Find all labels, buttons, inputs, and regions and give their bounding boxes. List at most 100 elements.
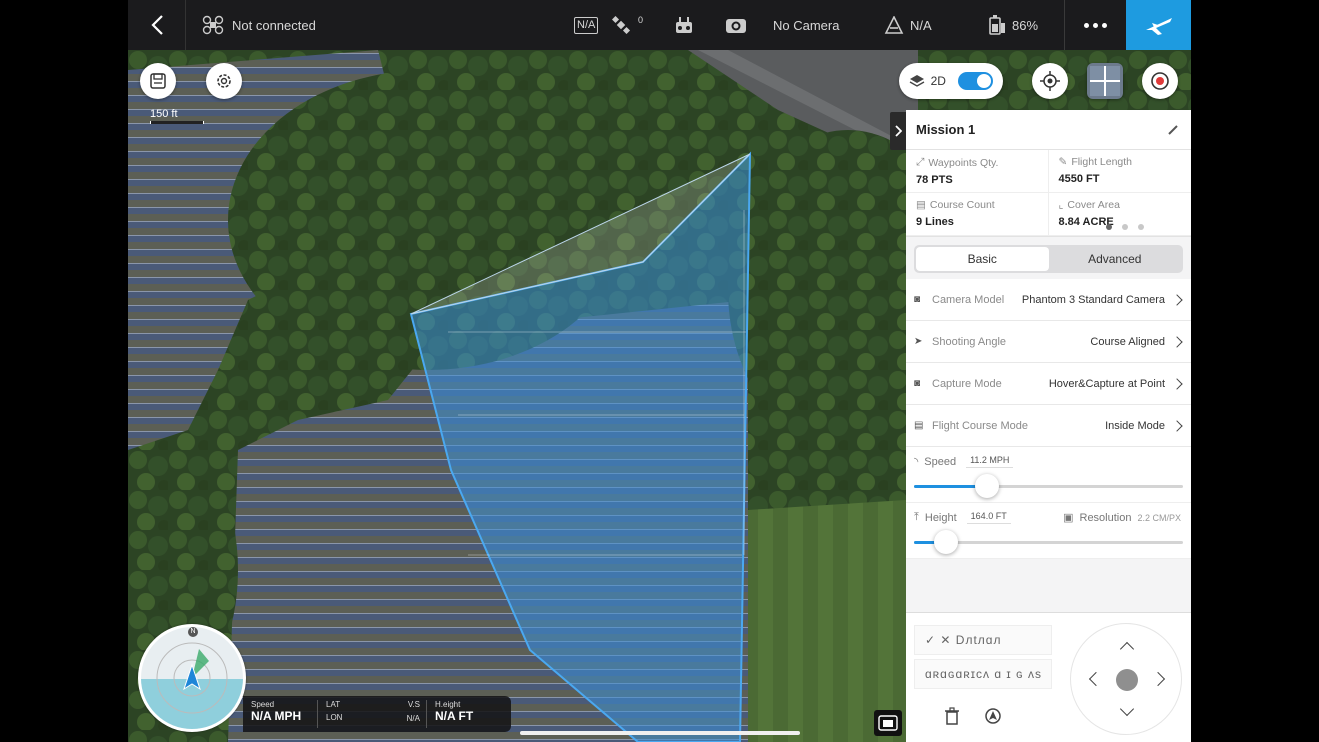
- connection-status[interactable]: Not connected: [202, 0, 316, 50]
- battery-icon: [989, 15, 1005, 35]
- save-mission-button[interactable]: [140, 63, 176, 99]
- compass-dial: [141, 642, 243, 729]
- setting-value: Hover&Capture at Point: [1048, 377, 1165, 390]
- panel-bottom-controls: ✓ ✕ Dлtлɑл ɑʀɑɢɑʀɪcʌ ɑ ɪ ɢ ʌs: [906, 612, 1191, 742]
- signal-status: N/A: [884, 0, 932, 50]
- map-scale-label: 150 ft: [150, 108, 178, 120]
- arrow-right-button[interactable]: [1150, 671, 1166, 687]
- chevron-right-icon: [1171, 335, 1183, 348]
- direction-pad-center[interactable]: [1116, 669, 1138, 691]
- area-icon: ⌞: [1058, 199, 1064, 211]
- camera-small-icon: ◙: [914, 377, 921, 389]
- height-telemetry-label: H.eight: [435, 700, 461, 709]
- image-icon: ▣: [1063, 512, 1074, 524]
- setting-value: Course Aligned: [1090, 335, 1165, 348]
- arrow-down-button[interactable]: [1119, 701, 1135, 717]
- page-dot[interactable]: [1106, 224, 1112, 230]
- compass-radar[interactable]: N: [138, 624, 246, 732]
- chevron-right-icon: [895, 125, 902, 137]
- layers-icon: [909, 75, 925, 87]
- record-button[interactable]: [1142, 63, 1178, 99]
- list-icon: ▤: [914, 419, 924, 431]
- trash-icon[interactable]: [944, 707, 960, 725]
- map-view-toggle[interactable]: 2D: [899, 63, 1003, 99]
- speed-slider-knob[interactable]: [974, 474, 999, 498]
- resolution-info: ▣ Resolution 2.2 CM/PX: [1063, 511, 1181, 525]
- navigation-arrow-icon: ➤: [914, 335, 923, 347]
- app-window: Not connected N/A 0 No Camera N/A 86% 15…: [128, 0, 1191, 742]
- height-slider-knob[interactable]: [934, 530, 959, 554]
- vs-label: V.S: [407, 700, 420, 709]
- gps-status: N/A: [574, 0, 599, 50]
- lat-label: LAT: [326, 700, 341, 709]
- setting-label: Capture Mode: [932, 377, 1002, 390]
- page-dots[interactable]: [1106, 224, 1144, 230]
- top-status-bar: Not connected N/A 0 No Camera N/A 86%: [128, 0, 1191, 50]
- camera-icon: [726, 19, 746, 33]
- arrow-left-button[interactable]: [1088, 671, 1104, 687]
- tab-advanced[interactable]: Advanced: [1049, 247, 1182, 271]
- direction-pad: [1070, 623, 1182, 735]
- blurred-option-2[interactable]: ɑʀɑɢɑʀɪcʌ ɑ ɪ ɢ ʌs: [914, 659, 1052, 689]
- back-button[interactable]: [128, 0, 186, 50]
- crosshair-icon: [1040, 71, 1060, 91]
- map-thumbnail-icon: [1090, 66, 1120, 96]
- map-type-button[interactable]: [1087, 63, 1123, 99]
- height-slider-block: ⤒ Height 164.0 FT ▣ Resolution 2.2 CM/PX: [906, 503, 1191, 559]
- satellite-status: 0: [612, 0, 643, 50]
- dot-icon: [1101, 22, 1107, 28]
- edit-pencil-icon[interactable]: [1167, 124, 1179, 136]
- map-scale-bar: [150, 121, 204, 124]
- setting-label: Flight Course Mode: [932, 419, 1028, 432]
- page-dot[interactable]: [1138, 224, 1144, 230]
- stat-course-count: ▤ Course Count 9 Lines: [906, 193, 1049, 236]
- telemetry-bar: Speed N/A MPH LAT LON V.S N/A H.eight N/…: [243, 696, 511, 732]
- pen-icon: ✎: [1058, 156, 1068, 168]
- blurred-option-1[interactable]: ✓ ✕ Dлtлɑл: [914, 625, 1052, 655]
- more-options-button[interactable]: [1064, 0, 1126, 50]
- stat-waypoints: ⤢ Waypoints Qty. 78 PTS: [906, 150, 1049, 193]
- chevron-right-icon: [1171, 419, 1183, 432]
- speed-slider[interactable]: [914, 474, 1183, 498]
- drone-icon: [202, 15, 224, 35]
- mission-settings-panel: Mission 1 ⤢ Waypoints Qty. 78 PTS ✎ Flight…: [906, 110, 1191, 742]
- navigate-icon[interactable]: [984, 707, 1002, 725]
- remote-controller-icon: [676, 17, 692, 33]
- speed-telemetry-label: Speed: [251, 700, 275, 709]
- stat-label: Waypoints Qty.: [928, 156, 999, 169]
- height-slider[interactable]: [914, 530, 1183, 554]
- switch-view-button[interactable]: [874, 710, 902, 736]
- chevron-right-icon: [1171, 293, 1183, 306]
- record-icon: [1151, 72, 1169, 90]
- setting-shooting-angle[interactable]: ➤ Shooting Angle Course Aligned: [906, 321, 1191, 363]
- window-switch-icon: [878, 715, 898, 731]
- airplane-icon: [1145, 18, 1172, 35]
- stat-value: 78 PTS: [916, 174, 953, 186]
- lon-label: LON: [326, 713, 343, 722]
- height-icon: ⤒: [914, 511, 919, 523]
- arrow-up-button[interactable]: [1119, 641, 1135, 657]
- tab-basic[interactable]: Basic: [916, 247, 1049, 271]
- page-dot[interactable]: [1122, 224, 1128, 230]
- panel-collapse-handle[interactable]: [890, 112, 906, 150]
- view-mode-switch[interactable]: [957, 72, 993, 90]
- settings-button[interactable]: [206, 63, 242, 99]
- setting-capture-mode[interactable]: ◙ Capture Mode Hover&Capture at Point: [906, 363, 1191, 405]
- setting-flight-course-mode[interactable]: ▤ Flight Course Mode Inside Mode: [906, 405, 1191, 447]
- speed-label: Speed: [924, 455, 957, 468]
- stat-label: Flight Length: [1071, 156, 1133, 168]
- setting-label: Shooting Angle: [932, 335, 1007, 348]
- save-icon: [150, 73, 166, 89]
- speed-value: 11.2 MPH: [966, 455, 1014, 468]
- resolution-value: 2.2 CM/PX: [1137, 512, 1181, 523]
- takeoff-button[interactable]: [1126, 0, 1191, 50]
- gps-na-badge: N/A: [574, 16, 599, 34]
- waypoints-icon: ⤢: [916, 156, 925, 168]
- height-value: 164.0 FT: [966, 511, 1011, 524]
- chevron-left-icon: [150, 15, 163, 35]
- view-mode-label: 2D: [930, 74, 946, 88]
- locate-button[interactable]: [1032, 63, 1068, 99]
- stat-value: 9 Lines: [916, 216, 954, 228]
- stat-label: Course Count: [929, 199, 995, 211]
- setting-camera-model[interactable]: ◙ Camera Model Phantom 3 Standard Camera: [906, 279, 1191, 321]
